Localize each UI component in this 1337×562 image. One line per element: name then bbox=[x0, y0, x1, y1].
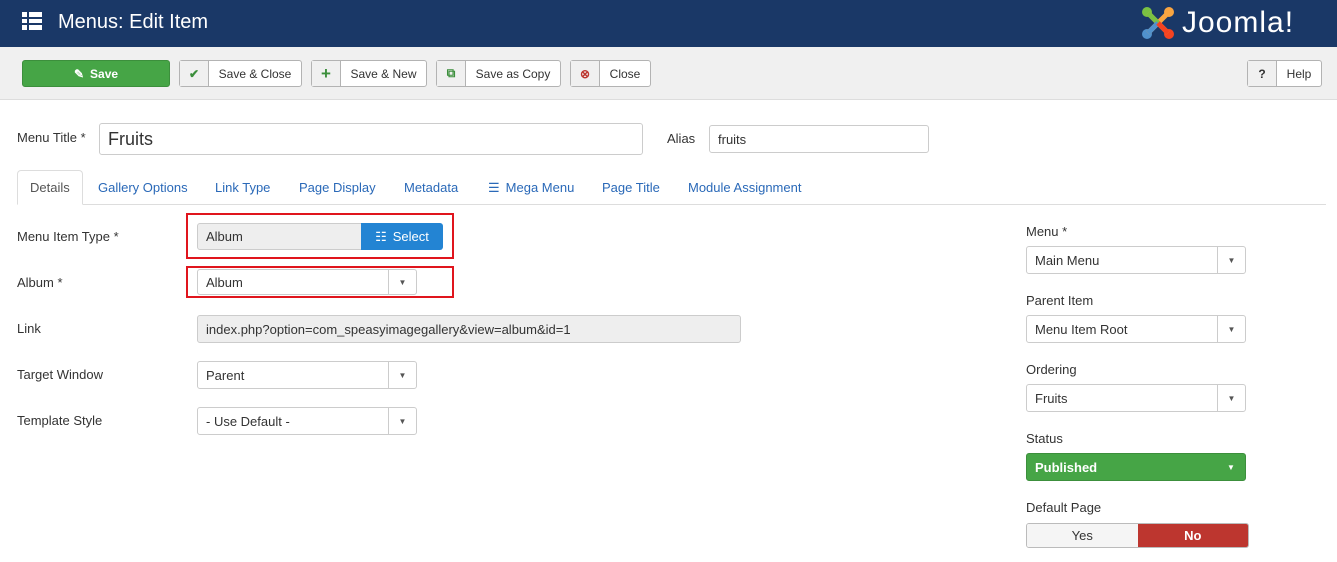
check-icon: ✔ bbox=[180, 61, 209, 86]
joomla-logo-icon bbox=[1142, 7, 1174, 39]
template-style-label: Template Style bbox=[17, 413, 103, 428]
ordering-select[interactable]: Fruits ▼ bbox=[1026, 384, 1246, 412]
menu-title-label: Menu Title * bbox=[17, 130, 86, 145]
album-select[interactable]: Album ▼ bbox=[197, 269, 417, 295]
tab-bar: Details Gallery Options Link Type Page D… bbox=[17, 170, 1326, 205]
menu-label: Menu * bbox=[1026, 224, 1068, 239]
save-close-button[interactable]: ✔ Save & Close bbox=[179, 60, 302, 87]
tab-page-display[interactable]: Page Display bbox=[287, 170, 388, 205]
close-button[interactable]: ⊗ Close bbox=[570, 60, 651, 87]
default-page-toggle: Yes No bbox=[1026, 523, 1249, 548]
chevron-down-icon: ▼ bbox=[1227, 462, 1235, 472]
joomla-logo: Joomla! bbox=[1140, 4, 1294, 42]
status-label: Status bbox=[1026, 431, 1063, 446]
chevron-down-icon: ▼ bbox=[388, 408, 416, 434]
template-style-select[interactable]: - Use Default - ▼ bbox=[197, 407, 417, 435]
tab-page-title[interactable]: Page Title bbox=[590, 170, 672, 205]
copy-icon: ⧉ bbox=[437, 61, 466, 86]
tab-mega-menu[interactable]: ☰ Mega Menu bbox=[476, 170, 586, 205]
menu-select[interactable]: Main Menu ▼ bbox=[1026, 246, 1246, 274]
select-type-button[interactable]: ☷ Select bbox=[361, 223, 443, 250]
default-page-label: Default Page bbox=[1026, 500, 1102, 515]
list-icon: ☷ bbox=[375, 228, 387, 244]
tab-module-assignment[interactable]: Module Assignment bbox=[676, 170, 813, 205]
save-button[interactable]: ✎ Save bbox=[22, 60, 170, 87]
alias-label: Alias bbox=[667, 131, 696, 146]
chevron-down-icon: ▼ bbox=[388, 270, 416, 294]
chevron-down-icon: ▼ bbox=[1217, 316, 1245, 342]
ordering-label: Ordering bbox=[1026, 362, 1077, 377]
plus-icon: + bbox=[312, 61, 341, 86]
menu-item-type-field: Album bbox=[197, 223, 363, 250]
chevron-down-icon: ▼ bbox=[1217, 385, 1245, 411]
page-title: Menus: Edit Item bbox=[58, 11, 209, 33]
target-window-label: Target Window bbox=[17, 367, 103, 382]
header: Menus: Edit Item Joomla! bbox=[0, 0, 1337, 47]
menu-icon bbox=[22, 12, 42, 30]
parent-item-label: Parent Item bbox=[1026, 293, 1094, 308]
save-copy-button[interactable]: ⧉ Save as Copy bbox=[436, 60, 561, 87]
tab-details[interactable]: Details bbox=[17, 170, 83, 205]
edit-icon: ✎ bbox=[73, 66, 85, 81]
chevron-down-icon: ▼ bbox=[1217, 247, 1245, 273]
chevron-down-icon: ▼ bbox=[388, 362, 416, 388]
question-icon: ? bbox=[1248, 61, 1277, 86]
tab-link-type[interactable]: Link Type bbox=[203, 170, 282, 205]
toolbar: ✎ Save ✔ Save & Close + Save & New ⧉ Save as… bbox=[0, 47, 1337, 100]
default-yes-button[interactable]: Yes bbox=[1027, 524, 1138, 547]
link-field: index.php?option=com_speasyimagegallery&… bbox=[197, 315, 741, 343]
status-select[interactable]: Published ▼ bbox=[1026, 453, 1246, 481]
tab-metadata[interactable]: Metadata bbox=[392, 170, 470, 205]
menu-item-type-label: Menu Item Type * bbox=[17, 229, 119, 244]
alias-input[interactable]: fruits bbox=[709, 125, 929, 153]
help-button[interactable]: ? Help bbox=[1247, 60, 1322, 87]
link-label: Link bbox=[17, 321, 41, 336]
save-new-button[interactable]: + Save & New bbox=[311, 60, 427, 87]
default-no-button[interactable]: No bbox=[1137, 524, 1248, 547]
album-label: Album * bbox=[17, 275, 63, 290]
target-window-select[interactable]: Parent ▼ bbox=[197, 361, 417, 389]
close-circle-icon: ⊗ bbox=[571, 61, 600, 86]
list-icon: ☰ bbox=[488, 179, 500, 195]
parent-item-select[interactable]: Menu Item Root ▼ bbox=[1026, 315, 1246, 343]
menu-title-input[interactable]: Fruits bbox=[99, 123, 643, 155]
tab-gallery-options[interactable]: Gallery Options bbox=[86, 170, 200, 205]
